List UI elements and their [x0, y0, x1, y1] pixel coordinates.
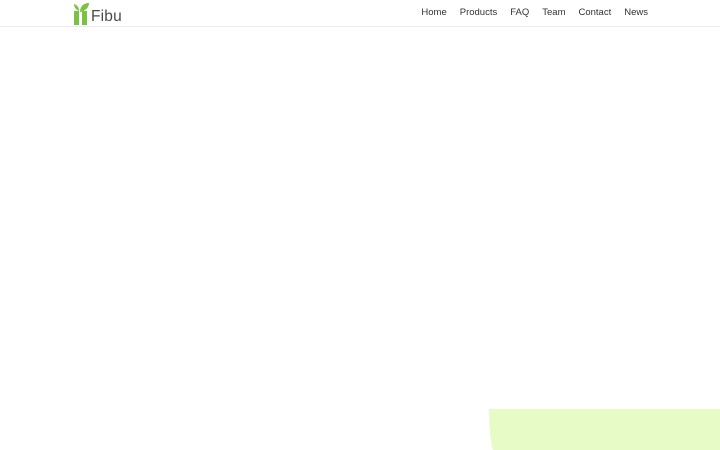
nav-item-team[interactable]: Team — [542, 7, 565, 19]
nav-item-products[interactable]: Products — [460, 7, 498, 19]
nav-item-news[interactable]: News — [624, 7, 648, 19]
logo-text: Fibu — [91, 8, 122, 25]
leaf-logo-icon — [74, 3, 89, 25]
decorative-green-shape — [489, 409, 720, 450]
nav-item-faq[interactable]: FAQ — [510, 7, 529, 19]
nav-item-contact[interactable]: Contact — [578, 7, 611, 19]
page: Fibu Home Products FAQ Team Contact News — [0, 0, 720, 450]
logo-link[interactable]: Fibu — [73, 2, 122, 25]
main-nav: Home Products FAQ Team Contact News — [421, 7, 648, 19]
nav-item-home[interactable]: Home — [421, 7, 446, 19]
site-header: Fibu Home Products FAQ Team Contact News — [0, 0, 720, 27]
